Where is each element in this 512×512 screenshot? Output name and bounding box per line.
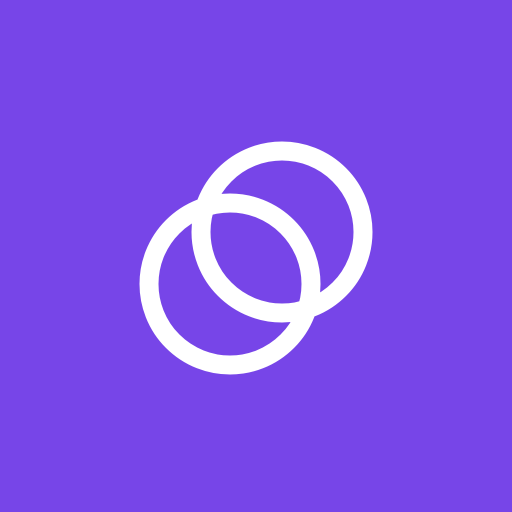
- icon-background: [0, 0, 512, 512]
- app-icon: [0, 0, 512, 512]
- interlocking-rings-icon: [0, 0, 512, 512]
